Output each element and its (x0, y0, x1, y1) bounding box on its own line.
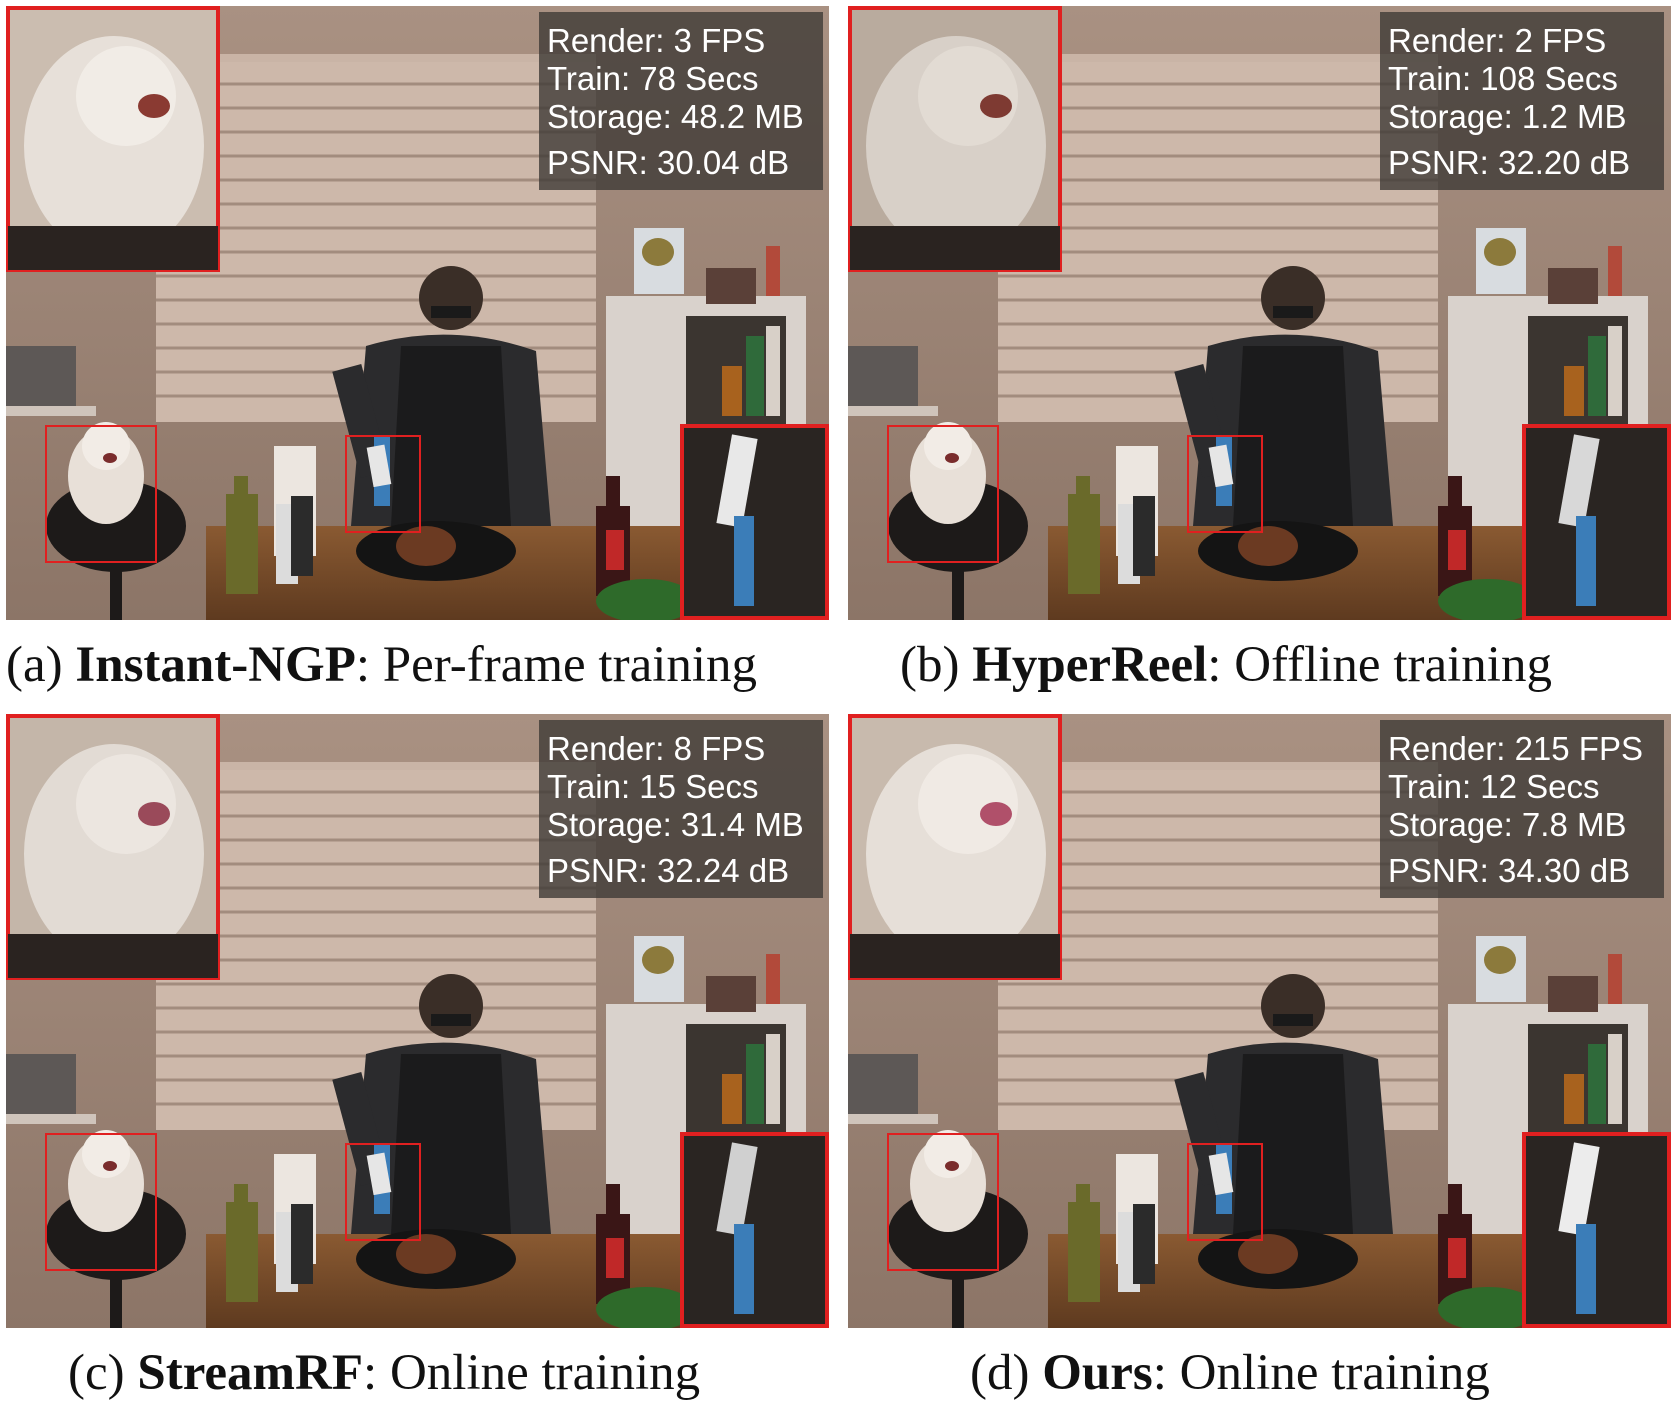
stats-box: Render: 215 FPS Train: 12 Secs Storage: … (1380, 720, 1664, 898)
psnr-value: PSNR: 32.24 dB (547, 852, 790, 889)
panel-d: Render: 215 FPS Train: 12 Secs Storage: … (848, 714, 1671, 1328)
render-fps: Render: 8 FPS (547, 730, 766, 767)
train-time: Train: 108 Secs (1388, 60, 1618, 97)
method-name: HyperReel (972, 637, 1208, 693)
psnr-value: PSNR: 34.30 dB (1388, 852, 1631, 889)
psnr-value: PSNR: 32.20 dB (1388, 144, 1631, 181)
caption-d: (d) Ours: Online training (970, 1345, 1490, 1401)
caption-b: (b) HyperReel: Offline training (900, 637, 1552, 693)
method-name: Ours (1042, 1345, 1153, 1401)
caption-a: (a) Instant-NGP: Per-frame training (6, 637, 758, 693)
method-name: StreamRF (137, 1345, 364, 1401)
panel-a: Render: 3 FPS Train: 78 Secs Storage: 48… (6, 6, 829, 620)
caption-c: (c) StreamRF: Online training (68, 1345, 701, 1401)
storage-size: Storage: 1.2 MB (1388, 98, 1627, 135)
panel-c: Render: 8 FPS Train: 15 Secs Storage: 31… (6, 714, 829, 1328)
train-time: Train: 12 Secs (1388, 768, 1600, 805)
stats-box: Render: 8 FPS Train: 15 Secs Storage: 31… (539, 720, 823, 898)
render-fps: Render: 215 FPS (1388, 730, 1643, 767)
train-time: Train: 15 Secs (547, 768, 759, 805)
stats-box: Render: 3 FPS Train: 78 Secs Storage: 48… (539, 12, 823, 190)
stats-box: Render: 2 FPS Train: 108 Secs Storage: 1… (1380, 12, 1664, 190)
storage-size: Storage: 7.8 MB (1388, 806, 1627, 843)
psnr-value: PSNR: 30.04 dB (547, 144, 790, 181)
render-fps: Render: 2 FPS (1388, 22, 1607, 59)
render-fps: Render: 3 FPS (547, 22, 766, 59)
storage-size: Storage: 31.4 MB (547, 806, 804, 843)
method-name: Instant-NGP (75, 637, 356, 693)
train-time: Train: 78 Secs (547, 60, 759, 97)
panel-b: Render: 2 FPS Train: 108 Secs Storage: 1… (848, 6, 1671, 620)
storage-size: Storage: 48.2 MB (547, 98, 804, 135)
